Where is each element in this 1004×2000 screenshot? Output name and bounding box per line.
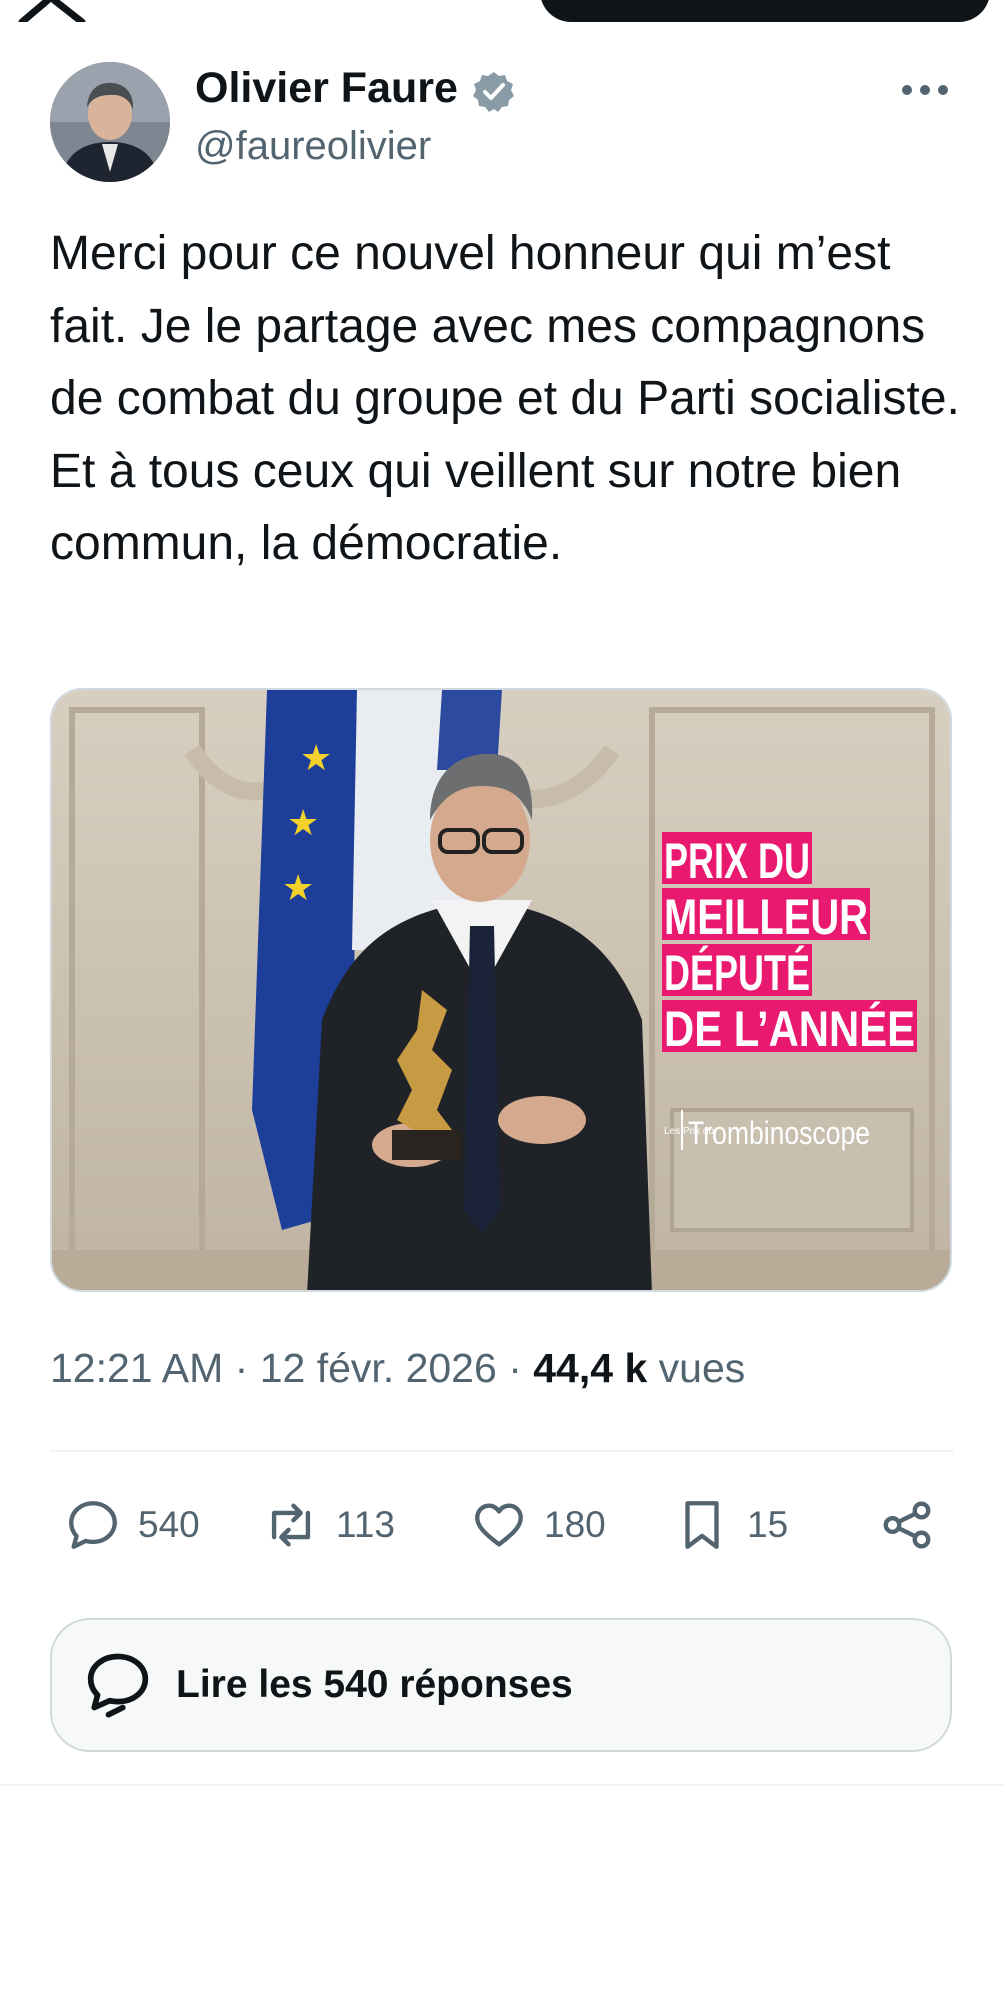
overlay-brand: Trombinoscope (688, 1115, 870, 1151)
like-count: 180 (544, 1504, 606, 1545)
author-handle[interactable]: @faureolivier (195, 124, 431, 169)
more-icon[interactable] (895, 70, 955, 110)
divider (50, 1450, 954, 1452)
share-button[interactable] (878, 1495, 936, 1555)
bookmark-count: 15 (747, 1504, 789, 1545)
overlay-line-4: DE L’ANNÉE (664, 1001, 915, 1057)
bookmark-icon (685, 1501, 719, 1549)
author-name[interactable]: Olivier Faure (195, 64, 458, 113)
overlay-line-2: MEILLEUR (664, 889, 868, 945)
overlay-line-3: DÉPUTÉ (664, 945, 810, 1001)
tweet-date[interactable]: 12 févr. 2026 (260, 1345, 497, 1391)
share-icon (883, 1501, 931, 1549)
read-replies-button[interactable]: Lire les 540 réponses (50, 1618, 952, 1752)
verified-badge-icon (473, 72, 514, 112)
svg-text:★: ★ (287, 803, 319, 844)
x-logo-icon[interactable] (18, 0, 88, 22)
tweet-meta: 12:21 AM · 12 févr. 2026 · 44,4 k vues (50, 1345, 745, 1392)
retweet-count: 113 (336, 1504, 395, 1545)
reply-button[interactable]: 540 (64, 1495, 200, 1555)
meta-separator: · (508, 1345, 522, 1391)
avatar[interactable] (50, 62, 170, 182)
overlay-line-1: PRIX DU (664, 833, 810, 889)
svg-text:★: ★ (282, 868, 314, 909)
tweet-image[interactable]: ★ ★ ★ PRIX DU MEILLEUR DÉPUTÉ DE L’ANNÉE (50, 688, 952, 1292)
top-bar (0, 0, 1004, 30)
bookmark-button[interactable]: 15 (673, 1495, 788, 1555)
heart-icon (475, 1503, 523, 1547)
tweet-time: 12:21 AM (50, 1345, 224, 1391)
like-button[interactable]: 180 (470, 1495, 606, 1555)
bottom-divider (0, 1784, 1004, 1786)
replies-bubble-icon (87, 1653, 149, 1718)
reply-count: 540 (138, 1504, 200, 1545)
views-label: vues (658, 1345, 746, 1391)
read-replies-label: Lire les 540 réponses (176, 1663, 573, 1706)
retweet-button[interactable]: 113 (262, 1495, 395, 1555)
svg-text:★: ★ (300, 738, 332, 779)
reply-icon (69, 1501, 117, 1549)
open-app-button[interactable] (540, 0, 990, 22)
views-count: 44,4 k (533, 1345, 648, 1391)
retweet-icon (271, 1503, 311, 1547)
tweet-text: Merci pour ce nouvel honneur qui m’est f… (50, 227, 960, 570)
meta-separator: · (234, 1345, 249, 1391)
